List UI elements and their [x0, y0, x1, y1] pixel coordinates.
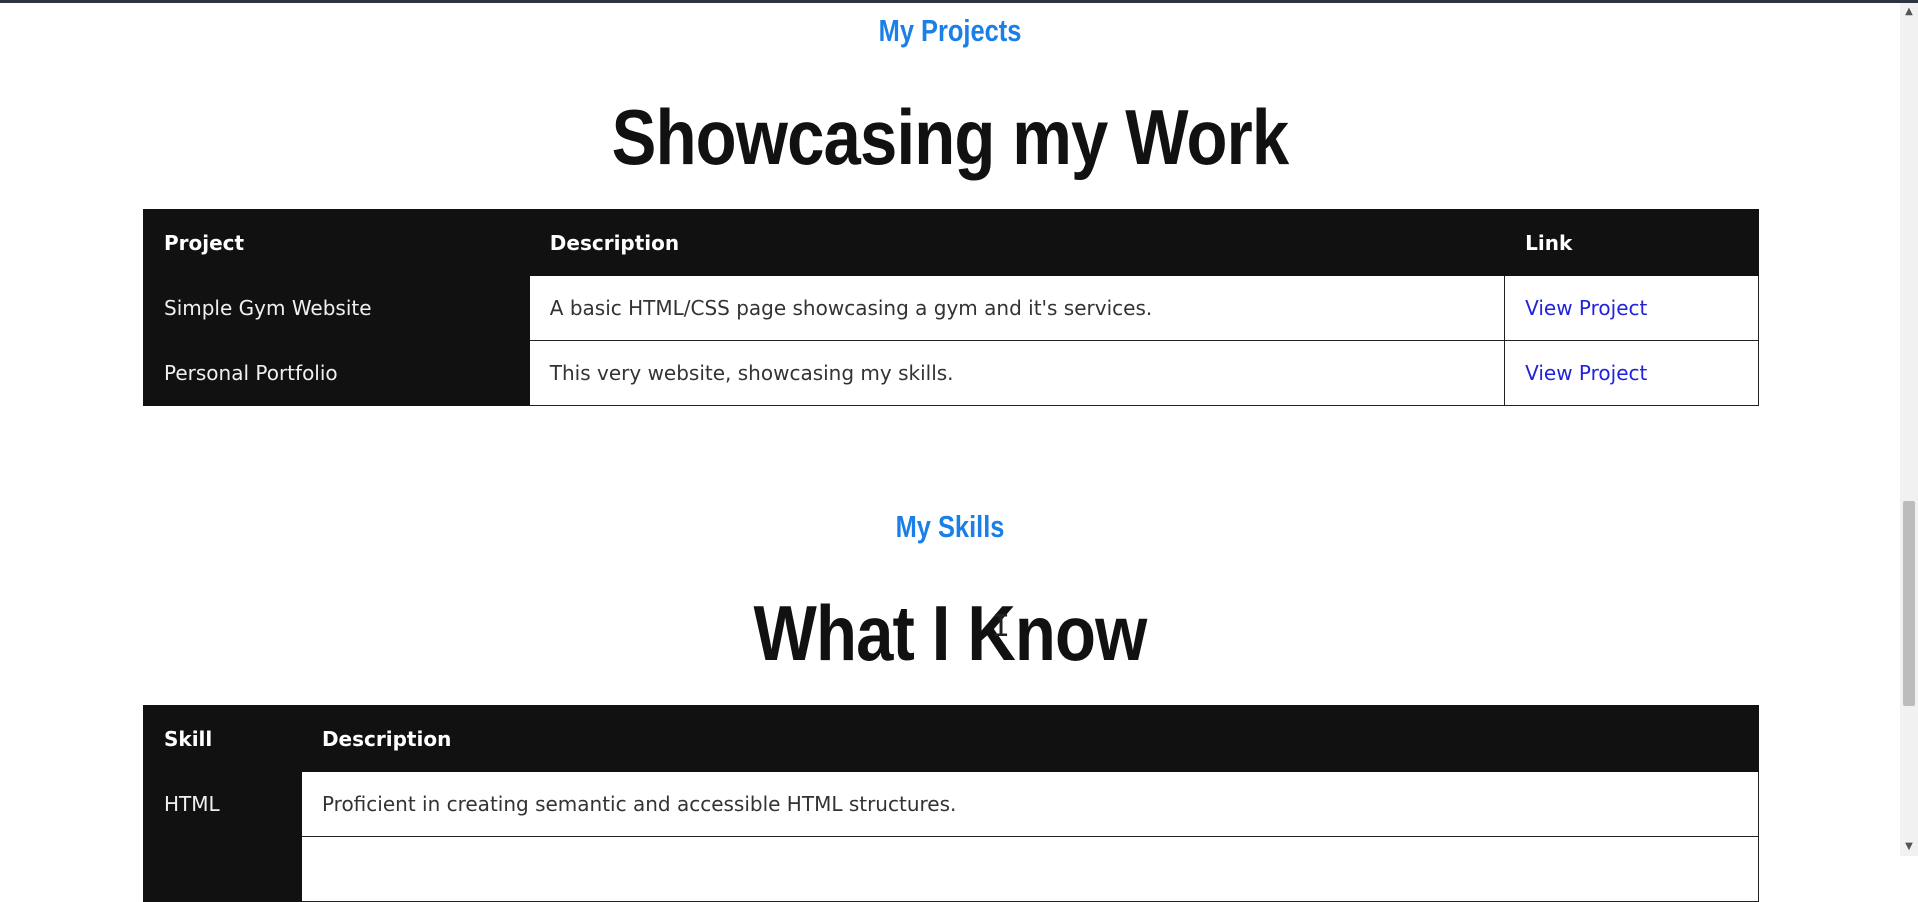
table-row: Personal Portfolio This very website, sh…: [143, 340, 1759, 406]
skills-header-description: Description: [300, 705, 1760, 772]
skill-description-cell: [300, 836, 1760, 902]
project-description-cell: This very website, showcasing my skills.: [528, 340, 1506, 406]
skills-title: What I Know: [753, 589, 1148, 677]
projects-table-header-row: Project Description Link: [143, 209, 1759, 276]
project-description-cell: A basic HTML/CSS page showcasing a gym a…: [528, 275, 1506, 341]
project-name-cell: Simple Gym Website: [143, 275, 530, 341]
skill-description-cell: Proficient in creating semantic and acce…: [300, 771, 1760, 837]
scroll-up-icon[interactable]: ▲: [1900, 3, 1918, 21]
skills-kicker: My Skills: [895, 509, 1005, 544]
projects-table: Project Description Link Simple Gym Webs…: [143, 209, 1759, 406]
projects-header-project: Project: [143, 209, 530, 276]
skills-table-header-row: Skill Description: [143, 705, 1760, 772]
skill-name-cell: HTML: [143, 771, 302, 837]
view-project-link-gym[interactable]: View Project: [1525, 296, 1647, 320]
scroll-down-icon[interactable]: ▼: [1900, 838, 1918, 856]
skills-table: Skill Description HTML Proficient in cre…: [143, 705, 1760, 902]
projects-header-link: Link: [1504, 209, 1759, 276]
view-project-link-portfolio[interactable]: View Project: [1525, 361, 1647, 385]
vertical-scrollbar[interactable]: ▲ ▼: [1900, 3, 1918, 856]
projects-header-description: Description: [528, 209, 1506, 276]
projects-title: Showcasing my Work: [611, 93, 1289, 181]
page-content: My Projects Showcasing my Work Project D…: [0, 0, 1900, 902]
text-cursor-icon: I: [992, 609, 1011, 644]
project-link-cell: View Project: [1504, 340, 1759, 406]
project-link-cell: View Project: [1504, 275, 1759, 341]
table-row: HTML Proficient in creating semantic and…: [143, 771, 1760, 837]
scrollbar-thumb[interactable]: [1903, 501, 1915, 706]
skills-header-skill: Skill: [143, 705, 302, 772]
skill-name-cell: [143, 836, 302, 902]
table-row: [143, 836, 1760, 902]
projects-kicker: My Projects: [878, 13, 1022, 48]
table-row: Simple Gym Website A basic HTML/CSS page…: [143, 275, 1759, 341]
project-name-cell: Personal Portfolio: [143, 340, 530, 406]
